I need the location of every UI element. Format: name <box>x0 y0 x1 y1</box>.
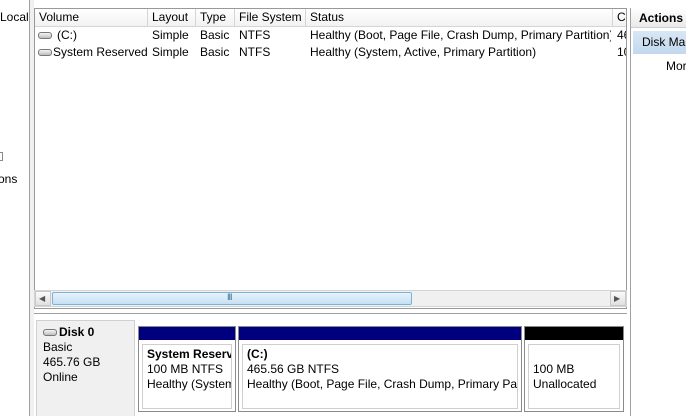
disk-type: Basic <box>43 340 73 354</box>
volume-file-system: NTFS <box>239 28 271 42</box>
partition-info: (C:) 465.56 GB NTFS Healthy (Boot, Page … <box>242 344 518 409</box>
column-header-file-system[interactable]: File System <box>235 9 306 27</box>
volume-capacity: 10 <box>617 45 626 59</box>
scrollbar-thumb[interactable]: III <box>52 292 412 305</box>
partition-bar <box>525 327 623 340</box>
actions-section-disk-management[interactable]: Disk Management <box>633 31 686 54</box>
partition-size: 465.56 GB NTFS <box>247 362 340 376</box>
volume-disk-icon <box>38 49 52 56</box>
partition-info: 100 MB Unallocated <box>528 344 620 409</box>
partition-c[interactable]: (C:) 465.56 GB NTFS Healthy (Boot, Page … <box>238 326 522 412</box>
disk-label[interactable]: Disk 0 Basic 465.76 GB Online <box>36 320 135 416</box>
volume-capacity: 46 <box>617 28 626 42</box>
volume-name: System Reserved <box>53 45 148 59</box>
volume-list: Volume Layout Type File System Status C … <box>34 8 627 309</box>
partition-status: Unallocated <box>533 377 597 391</box>
column-header-status[interactable]: Status <box>306 9 613 27</box>
partition-size: 100 MB <box>533 362 575 376</box>
expand-box-icon[interactable] <box>0 152 3 161</box>
hard-disk-icon <box>43 329 57 337</box>
partition-bar <box>239 327 521 340</box>
more-actions-link[interactable]: More <box>666 59 686 73</box>
partition-size: 100 MB NTFS <box>147 362 224 376</box>
actions-header: Actions <box>631 8 686 28</box>
partition-info: System Reserv 100 MB NTFS Healthy (Syste… <box>142 344 232 409</box>
column-header-type[interactable]: Type <box>196 9 235 27</box>
arrow-right-icon: ▶ <box>614 294 621 303</box>
volume-type: Basic <box>200 45 230 59</box>
volume-layout: Simple <box>152 45 189 59</box>
scroll-left-button[interactable]: ◀ <box>35 291 51 306</box>
partition-name: System Reserv <box>147 347 232 361</box>
volume-row[interactable]: (C:) Simple Basic NTFS Healthy (Boot, Pa… <box>35 27 626 44</box>
navigation-pane: Local ons <box>0 0 30 416</box>
arrow-left-icon: ◀ <box>39 294 46 303</box>
partition-bar <box>139 327 235 340</box>
partition-status: Healthy (Boot, Page File, Crash Dump, Pr… <box>247 377 518 391</box>
partition-unallocated[interactable]: 100 MB Unallocated <box>524 326 624 412</box>
volume-disk-icon <box>38 32 52 39</box>
volume-type: Basic <box>200 28 230 42</box>
column-header-capacity[interactable]: C <box>613 9 626 27</box>
volume-layout: Simple <box>152 28 189 42</box>
horizontal-scrollbar[interactable]: ◀ III ▶ <box>34 290 627 307</box>
disk-management-window: Local ons Volume Layout Type File System… <box>0 0 686 416</box>
partition-status: Healthy (System <box>147 377 232 391</box>
actions-pane: Actions Disk Management More <box>630 8 686 416</box>
partition-name <box>533 347 615 362</box>
volume-status: Healthy (Boot, Page File, Crash Dump, Pr… <box>310 28 611 42</box>
volume-name: (C:) <box>57 28 77 42</box>
disk-name: Disk 0 <box>59 325 95 339</box>
disk-status: Online <box>43 370 78 384</box>
nav-item-options[interactable]: ons <box>0 172 17 186</box>
disk-size: 465.76 GB <box>43 355 101 369</box>
volume-row[interactable]: System Reserved Simple Basic NTFS Health… <box>35 44 626 61</box>
nav-item-local[interactable]: Local <box>0 10 29 24</box>
volume-file-system: NTFS <box>239 45 271 59</box>
disk-graphical-view: Disk 0 Basic 465.76 GB Online System Res… <box>34 313 627 416</box>
volume-status: Healthy (System, Active, Primary Partiti… <box>310 45 537 59</box>
partition-system-reserved[interactable]: System Reserv 100 MB NTFS Healthy (Syste… <box>138 326 236 412</box>
scroll-right-button[interactable]: ▶ <box>610 291 626 306</box>
column-header-volume[interactable]: Volume <box>35 9 148 27</box>
grip-icon: III <box>227 292 232 302</box>
column-header-layout[interactable]: Layout <box>148 9 196 27</box>
partition-name: (C:) <box>247 347 268 361</box>
